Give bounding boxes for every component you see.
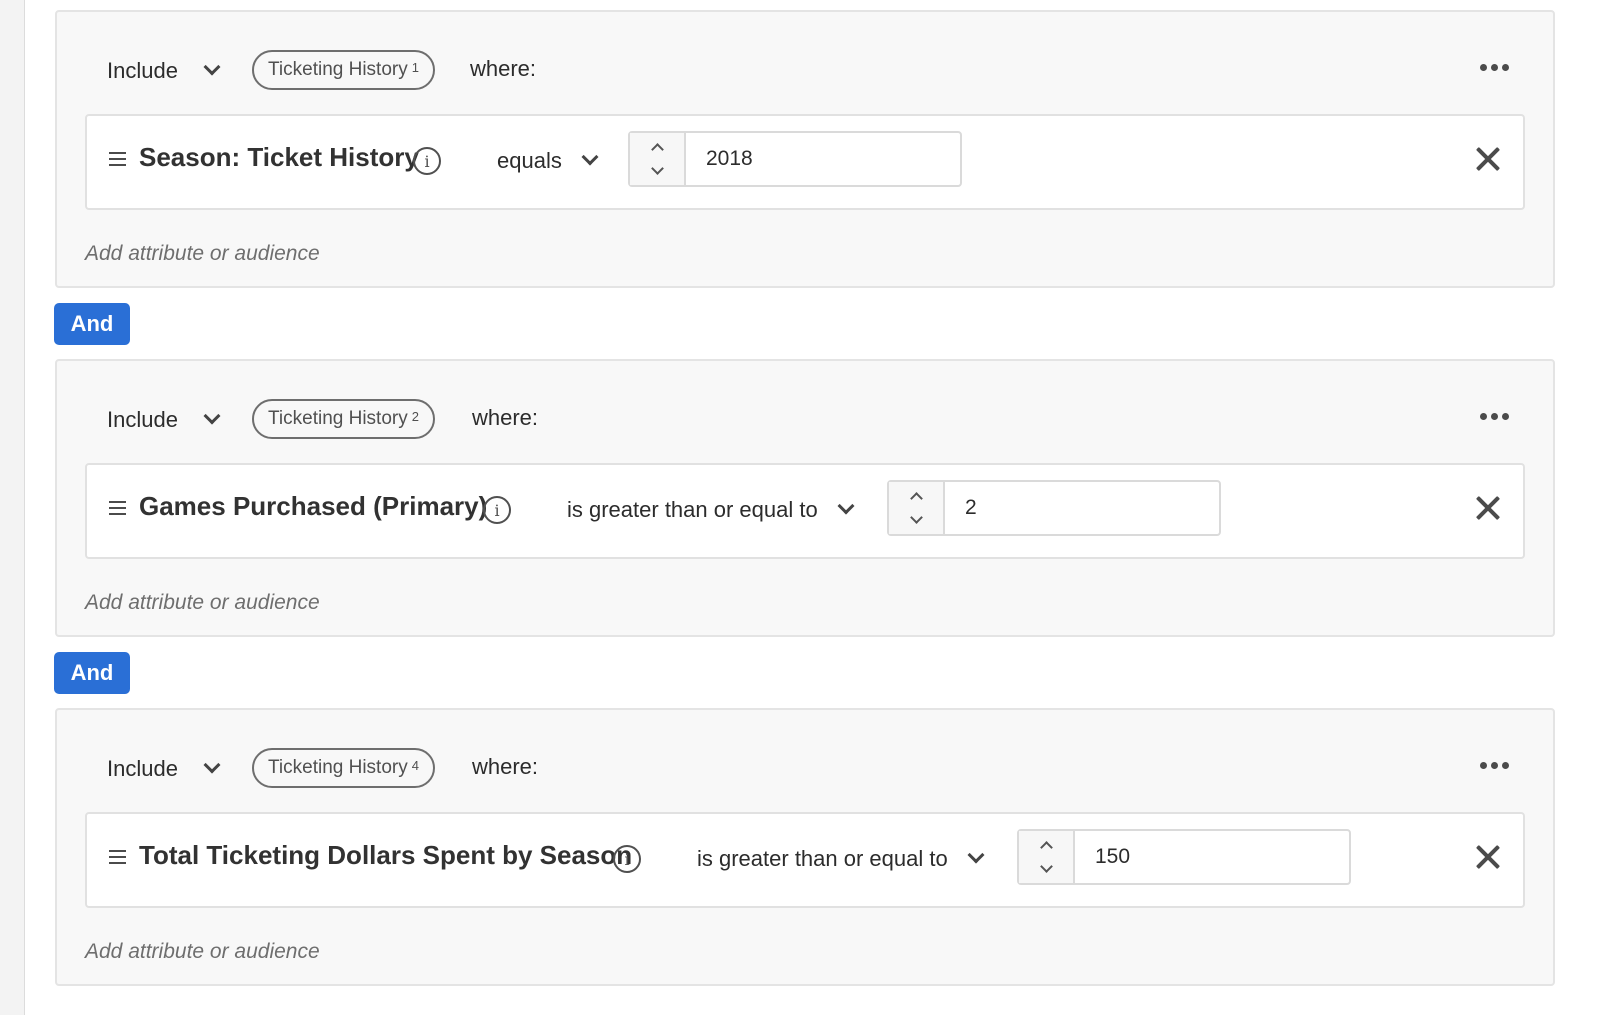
operator-dropdown[interactable]: equals <box>497 144 599 178</box>
chevron-down-icon <box>203 407 221 425</box>
chevron-down-icon <box>203 756 221 774</box>
where-label: where: <box>470 56 537 81</box>
increment-icon[interactable] <box>1039 841 1053 854</box>
dataset-label: Ticketing History <box>268 408 408 429</box>
add-attribute-link[interactable]: Add attribute or audience <box>85 591 320 615</box>
attribute-name: Season: Ticket History <box>139 142 419 172</box>
condition-row: Season: Ticket History i equals <box>85 114 1525 210</box>
where-label: where: <box>472 754 539 779</box>
left-rail <box>0 0 25 1015</box>
info-icon[interactable]: i <box>483 496 511 524</box>
include-dropdown[interactable]: Include <box>107 56 221 86</box>
and-connector-button[interactable]: And <box>54 652 130 694</box>
more-icon[interactable] <box>1480 64 1509 71</box>
increment-icon[interactable] <box>909 492 923 505</box>
more-icon[interactable] <box>1480 762 1509 769</box>
value-field <box>1017 829 1351 885</box>
info-icon[interactable]: i <box>413 147 441 175</box>
dataset-pill[interactable]: Ticketing History 2 <box>252 399 435 439</box>
drag-handle-icon[interactable] <box>109 501 126 519</box>
value-input[interactable] <box>945 482 1215 534</box>
chevron-down-icon <box>203 58 221 76</box>
condition-group-3: Include Ticketing History 4 where: Total… <box>55 708 1555 986</box>
value-stepper[interactable] <box>889 482 945 534</box>
dataset-label: Ticketing History <box>268 59 408 80</box>
dataset-index: 4 <box>411 757 419 773</box>
include-dropdown[interactable]: Include <box>107 405 221 435</box>
add-attribute-link[interactable]: Add attribute or audience <box>85 242 320 266</box>
add-attribute-link[interactable]: Add attribute or audience <box>85 940 320 964</box>
condition-row: Games Purchased (Primary) i is greater t… <box>85 463 1525 559</box>
chevron-down-icon <box>967 846 985 864</box>
operator-dropdown[interactable]: is greater than or equal to <box>697 842 985 876</box>
chevron-down-icon <box>581 148 599 166</box>
chevron-down-icon <box>837 497 855 515</box>
dataset-label: Ticketing History <box>268 757 408 778</box>
operator-label: is greater than or equal to <box>697 846 948 871</box>
more-icon[interactable] <box>1480 413 1509 420</box>
value-input[interactable] <box>686 133 956 185</box>
include-label: Include <box>107 756 178 781</box>
operator-label: equals <box>497 148 562 173</box>
condition-group-1: Include Ticketing History 1 where: Seaso… <box>55 10 1555 288</box>
close-icon[interactable] <box>1475 495 1501 521</box>
where-label: where: <box>472 405 539 430</box>
group-header: Include Ticketing History 2 where: <box>57 361 1553 477</box>
include-dropdown[interactable]: Include <box>107 754 221 784</box>
decrement-icon[interactable] <box>1039 860 1053 873</box>
operator-dropdown[interactable]: is greater than or equal to <box>567 493 855 527</box>
attribute-name: Games Purchased (Primary) <box>139 491 488 521</box>
decrement-icon[interactable] <box>650 162 664 175</box>
dataset-pill[interactable]: Ticketing History 1 <box>252 50 435 90</box>
value-stepper[interactable] <box>1019 831 1075 883</box>
drag-handle-icon[interactable] <box>109 152 126 170</box>
dataset-pill[interactable]: Ticketing History 4 <box>252 748 435 788</box>
value-field <box>628 131 962 187</box>
info-icon[interactable]: i <box>613 845 641 873</box>
dataset-index: 2 <box>411 408 419 424</box>
value-field <box>887 480 1221 536</box>
operator-label: is greater than or equal to <box>567 497 818 522</box>
condition-row: Total Ticketing Dollars Spent by Season … <box>85 812 1525 908</box>
increment-icon[interactable] <box>650 143 664 156</box>
include-label: Include <box>107 407 178 432</box>
include-label: Include <box>107 58 178 83</box>
condition-group-2: Include Ticketing History 2 where: Games… <box>55 359 1555 637</box>
decrement-icon[interactable] <box>909 511 923 524</box>
group-header: Include Ticketing History 1 where: <box>57 12 1553 128</box>
and-connector-button[interactable]: And <box>54 303 130 345</box>
group-header: Include Ticketing History 4 where: <box>57 710 1553 826</box>
value-input[interactable] <box>1075 831 1345 883</box>
close-icon[interactable] <box>1475 844 1501 870</box>
drag-handle-icon[interactable] <box>109 850 126 868</box>
value-stepper[interactable] <box>630 133 686 185</box>
attribute-name: Total Ticketing Dollars Spent by Season <box>139 840 633 870</box>
dataset-index: 1 <box>411 59 419 75</box>
close-icon[interactable] <box>1475 146 1501 172</box>
